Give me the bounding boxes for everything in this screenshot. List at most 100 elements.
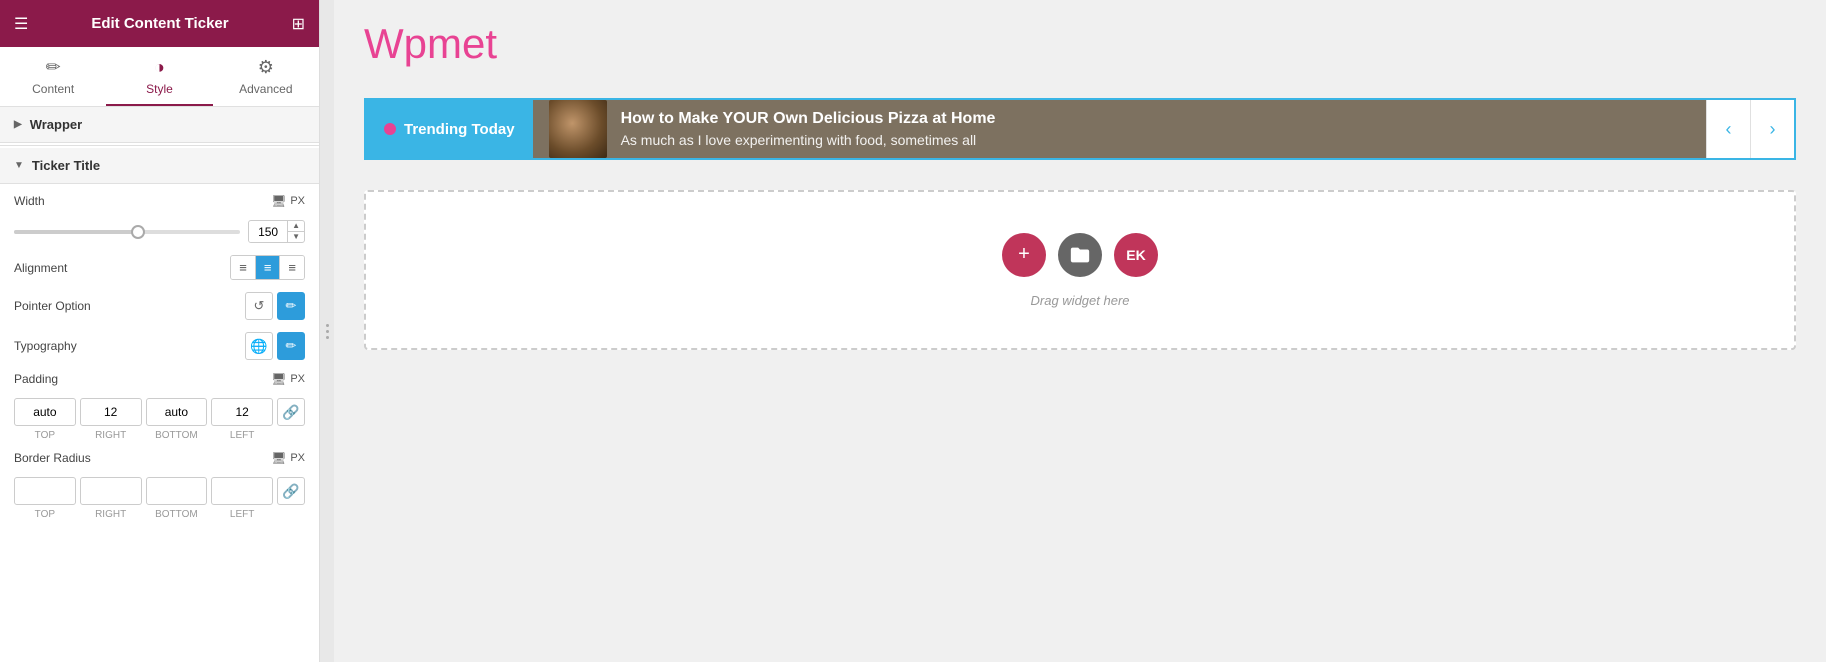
ticker-title-section-body: Width 🖥 PX ▲ ▼	[0, 184, 319, 530]
ticker-thumbnail	[549, 100, 607, 158]
folder-icon	[1069, 244, 1091, 266]
padding-right-input[interactable]	[80, 398, 142, 426]
typography-edit-btn[interactable]: ✏	[277, 332, 305, 360]
pointer-option-label: Pointer Option	[14, 299, 91, 313]
right-area: Wpmet Trending Today How to Make YOUR Ow…	[334, 0, 1826, 662]
monitor-icon: 🖥	[271, 194, 286, 208]
width-slider-track[interactable]	[14, 230, 240, 234]
ticker-text-subtitle: As much as I love experimenting with foo…	[621, 132, 996, 148]
width-number-input[interactable]: ▲ ▼	[248, 220, 305, 243]
tab-style-label: Style	[146, 82, 173, 96]
wpmet-title: Wpmet	[364, 20, 1796, 68]
pointer-option-row: Pointer Option ↺ ✏	[14, 292, 305, 320]
br-bottom-label: BOTTOM	[146, 509, 208, 520]
br-unit[interactable]: PX	[290, 452, 305, 464]
tab-advanced[interactable]: ⚙ Advanced	[213, 47, 319, 106]
br-right-label: RIGHT	[80, 509, 142, 520]
wrapper-section-header[interactable]: ▶ Wrapper	[0, 107, 319, 143]
padding-labels: TOP RIGHT BOTTOM LEFT	[14, 430, 305, 441]
padding-right-label: RIGHT	[80, 430, 142, 441]
br-bottom-left-input[interactable]	[211, 477, 273, 505]
ticker-bar: Trending Today How to Make YOUR Own Deli…	[364, 98, 1796, 160]
add-widget-btn[interactable]: +	[1002, 233, 1046, 277]
grid-icon[interactable]: ⊞	[292, 14, 305, 34]
padding-link-btn[interactable]: 🔗	[277, 398, 305, 426]
border-radius-grid: 🔗	[14, 477, 305, 505]
width-slider-fill	[14, 230, 138, 234]
padding-controls: 🖥 PX	[271, 372, 305, 386]
ticker-dot-icon	[384, 123, 396, 135]
padding-left-label: LEFT	[211, 430, 273, 441]
tab-content[interactable]: ✏ Content	[0, 47, 106, 106]
typography-label: Typography	[14, 339, 77, 353]
resize-handle[interactable]	[320, 0, 334, 662]
menu-icon[interactable]: ☰	[14, 14, 28, 34]
drop-zone: + EK Drag widget here	[364, 190, 1796, 350]
ticker-content: How to Make YOUR Own Delicious Pizza at …	[533, 100, 1706, 158]
style-tab-icon: ◑	[154, 57, 165, 78]
typography-globe-btn[interactable]: 🌐	[245, 332, 273, 360]
align-left-btn[interactable]: ≡	[231, 256, 256, 279]
padding-label-row: Padding 🖥 PX	[14, 372, 305, 386]
width-number-arrows: ▲ ▼	[287, 221, 304, 242]
br-link-btn[interactable]: 🔗	[277, 477, 305, 505]
pointer-reset-btn[interactable]: ↺	[245, 292, 273, 320]
ticker-text-block: How to Make YOUR Own Delicious Pizza at …	[621, 110, 996, 148]
width-decrement[interactable]: ▼	[288, 232, 304, 242]
separator-1	[0, 145, 319, 146]
pointer-edit-btn[interactable]: ✏	[277, 292, 305, 320]
resize-dot-1	[326, 324, 329, 327]
width-controls: 🖥 PX	[271, 194, 305, 208]
alignment-label: Alignment	[14, 261, 67, 275]
ticker-title-section-header[interactable]: ▼ Ticker Title	[0, 148, 319, 184]
tab-content-label: Content	[32, 82, 74, 96]
align-center-btn[interactable]: ≡	[256, 256, 281, 279]
br-monitor-icon: 🖥	[271, 451, 286, 465]
content-tab-icon: ✏	[46, 57, 61, 78]
padding-top-label: TOP	[14, 430, 76, 441]
padding-bottom-label: BOTTOM	[146, 430, 208, 441]
ticker-prev-btn[interactable]: ‹	[1706, 100, 1750, 158]
padding-monitor-icon: 🖥	[271, 372, 286, 386]
resize-dots	[326, 324, 329, 339]
br-top-label: TOP	[14, 509, 76, 520]
br-top-left-input[interactable]	[14, 477, 76, 505]
width-slider-thumb[interactable]	[131, 225, 145, 239]
br-left-label: LEFT	[211, 509, 273, 520]
width-row: Width 🖥 PX	[14, 194, 305, 208]
ticker-thumbnail-img	[549, 100, 607, 158]
resize-dot-2	[326, 330, 329, 333]
drop-zone-buttons: + EK	[1002, 233, 1158, 277]
align-right-btn[interactable]: ≡	[280, 256, 304, 279]
folder-widget-btn[interactable]	[1058, 233, 1102, 277]
width-label: Width	[14, 194, 45, 208]
width-unit[interactable]: PX	[290, 195, 305, 207]
padding-bottom-input[interactable]	[146, 398, 208, 426]
left-panel: ☰ Edit Content Ticker ⊞ ✏ Content ◑ Styl…	[0, 0, 320, 662]
padding-unit[interactable]: PX	[290, 373, 305, 385]
panel-header: ☰ Edit Content Ticker ⊞	[0, 0, 319, 47]
tab-advanced-label: Advanced	[239, 82, 292, 96]
width-value-input[interactable]	[249, 222, 287, 242]
ticker-label-text: Trending Today	[404, 121, 515, 138]
panel-body: ▶ Wrapper ▼ Ticker Title Width 🖥 PX	[0, 107, 319, 662]
tab-style[interactable]: ◑ Style	[106, 47, 212, 106]
drop-zone-text: Drag widget here	[1031, 293, 1130, 308]
padding-grid: 🔗	[14, 398, 305, 426]
ticker-label: Trending Today	[366, 100, 533, 158]
padding-top-input[interactable]	[14, 398, 76, 426]
ticker-next-btn[interactable]: ›	[1750, 100, 1794, 158]
br-bottom-right-input[interactable]	[146, 477, 208, 505]
ticker-title-label: Ticker Title	[32, 158, 100, 173]
br-top-right-input[interactable]	[80, 477, 142, 505]
panel-title: Edit Content Ticker	[91, 15, 228, 32]
ticker-text-title: How to Make YOUR Own Delicious Pizza at …	[621, 110, 996, 128]
padding-link-spacer	[277, 430, 305, 441]
width-increment[interactable]: ▲	[288, 221, 304, 232]
ek-widget-btn[interactable]: EK	[1114, 233, 1158, 277]
typography-controls: 🌐 ✏	[245, 332, 305, 360]
br-labels: TOP RIGHT BOTTOM LEFT	[14, 509, 305, 520]
typography-row: Typography 🌐 ✏	[14, 332, 305, 360]
padding-left-input[interactable]	[211, 398, 273, 426]
padding-label: Padding	[14, 372, 58, 386]
